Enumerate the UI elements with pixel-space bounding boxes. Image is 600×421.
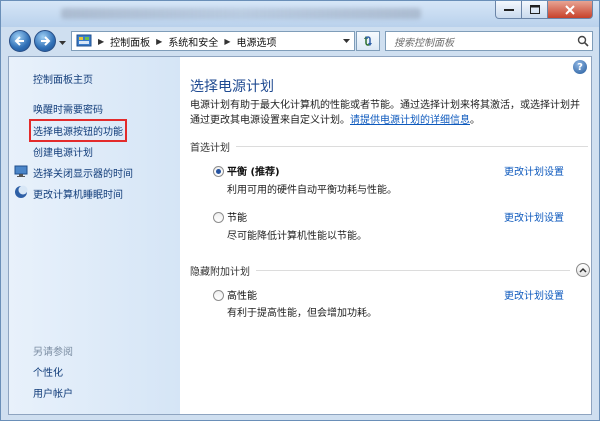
- divider: [236, 145, 588, 147]
- monitor-icon: [14, 165, 28, 177]
- change-plan-settings-balanced[interactable]: 更改计划设置: [504, 163, 564, 178]
- radio-high-performance[interactable]: [213, 290, 224, 301]
- hidden-plans-section: 隐藏附加计划: [190, 263, 570, 278]
- help-icon[interactable]: ?: [573, 60, 587, 74]
- sidebar-item-display-off[interactable]: 选择关闭显示器的时间: [33, 165, 133, 180]
- address-dropdown-button[interactable]: [337, 32, 354, 50]
- radio-power-saver[interactable]: [213, 212, 224, 223]
- plan-desc-power-saver: 尽可能降低计算机性能以节能。: [227, 231, 367, 242]
- chevron-up-icon: [579, 267, 587, 273]
- plan-name-high-performance[interactable]: 高性能: [227, 287, 257, 302]
- description-end: 。: [470, 115, 480, 126]
- plan-desc-balanced: 利用可用的硬件自动平衡功耗与性能。: [227, 185, 397, 196]
- maximize-button[interactable]: [522, 1, 548, 19]
- sidebar-item-power-buttons[interactable]: 选择电源按钮的功能: [29, 119, 127, 142]
- recent-pages-dropdown[interactable]: [59, 38, 66, 49]
- plan-name-balanced[interactable]: 平衡 (推荐): [227, 163, 280, 178]
- control-panel-icon: [76, 34, 92, 47]
- moon-icon: [15, 185, 28, 198]
- forward-button[interactable]: [34, 30, 56, 52]
- preferred-plans-section: 首选计划: [190, 139, 588, 154]
- refresh-button[interactable]: [356, 31, 380, 51]
- search-placeholder[interactable]: 搜索控制面板: [386, 34, 574, 49]
- change-plan-settings-high-performance[interactable]: 更改计划设置: [504, 287, 564, 302]
- window-controls: [495, 1, 593, 19]
- control-panel-window: ▶ 控制面板 ▶ 系统和安全 ▶ 电源选项 搜索控制面板 控制面板主页 唤醒时需…: [0, 0, 600, 421]
- page-title: 选择电源计划: [190, 79, 274, 95]
- breadcrumb-control-panel[interactable]: 控制面板: [110, 34, 150, 49]
- close-icon: [565, 4, 575, 15]
- minimize-icon: [503, 8, 514, 11]
- see-also-user-accounts[interactable]: 用户帐户: [33, 385, 73, 400]
- plan-name-power-saver[interactable]: 节能: [227, 209, 247, 224]
- refresh-icon: [364, 36, 372, 46]
- breadcrumb-system-security[interactable]: 系统和安全: [168, 34, 218, 49]
- divider: [256, 269, 570, 271]
- breadcrumb-separator[interactable]: ▶: [98, 37, 104, 46]
- sidebar-home-link[interactable]: 控制面板主页: [33, 71, 93, 86]
- chevron-down-icon: [59, 41, 66, 45]
- chevron-down-icon: [342, 38, 350, 43]
- back-button[interactable]: [9, 30, 31, 52]
- minimize-button[interactable]: [495, 1, 522, 19]
- content-area: 控制面板主页 唤醒时需要密码 选择电源按钮的功能 创建电源计划 选择关闭显示器的…: [8, 56, 592, 415]
- change-plan-settings-power-saver[interactable]: 更改计划设置: [504, 209, 564, 224]
- sidebar: 控制面板主页 唤醒时需要密码 选择电源按钮的功能 创建电源计划 选择关闭显示器的…: [9, 57, 180, 414]
- preferred-plans-heading: 首选计划: [190, 142, 230, 154]
- maximize-icon: [529, 5, 540, 14]
- search-icon[interactable]: [574, 35, 592, 47]
- address-box[interactable]: ▶ 控制面板 ▶ 系统和安全 ▶ 电源选项: [71, 31, 355, 51]
- breadcrumb-power-options[interactable]: 电源选项: [236, 34, 276, 49]
- sidebar-item-create-plan[interactable]: 创建电源计划: [33, 144, 93, 159]
- page-description: 电源计划有助于最大化计算机的性能或者节能。通过选择计划来将其激活，或选择计划并通…: [190, 98, 580, 128]
- sidebar-item-sleep-time[interactable]: 更改计算机睡眠时间: [33, 186, 123, 201]
- see-also-heading: 另请参阅: [33, 347, 73, 358]
- search-box[interactable]: 搜索控制面板: [385, 31, 593, 51]
- hidden-plans-heading: 隐藏附加计划: [190, 266, 250, 278]
- breadcrumb-separator[interactable]: ▶: [156, 37, 162, 46]
- see-also-personalization[interactable]: 个性化: [33, 364, 63, 379]
- breadcrumb-separator[interactable]: ▶: [224, 37, 230, 46]
- main-panel: ? 选择电源计划 电源计划有助于最大化计算机的性能或者节能。通过选择计划来将其激…: [180, 57, 591, 414]
- arrow-left-icon: [14, 36, 24, 46]
- sidebar-item-wake-password[interactable]: 唤醒时需要密码: [33, 101, 103, 116]
- plan-desc-high-performance: 有利于提高性能，但会增加功耗。: [227, 308, 377, 319]
- close-button[interactable]: [548, 1, 593, 19]
- blurred-title-area: [61, 8, 421, 19]
- radio-balanced[interactable]: [213, 166, 224, 177]
- plan-details-link[interactable]: 请提供电源计划的详细信息: [350, 115, 470, 126]
- navigation-bar: ▶ 控制面板 ▶ 系统和安全 ▶ 电源选项 搜索控制面板: [1, 27, 599, 55]
- collapse-hidden-plans-button[interactable]: [576, 263, 590, 277]
- title-bar[interactable]: [1, 1, 599, 27]
- arrow-right-icon: [41, 36, 51, 46]
